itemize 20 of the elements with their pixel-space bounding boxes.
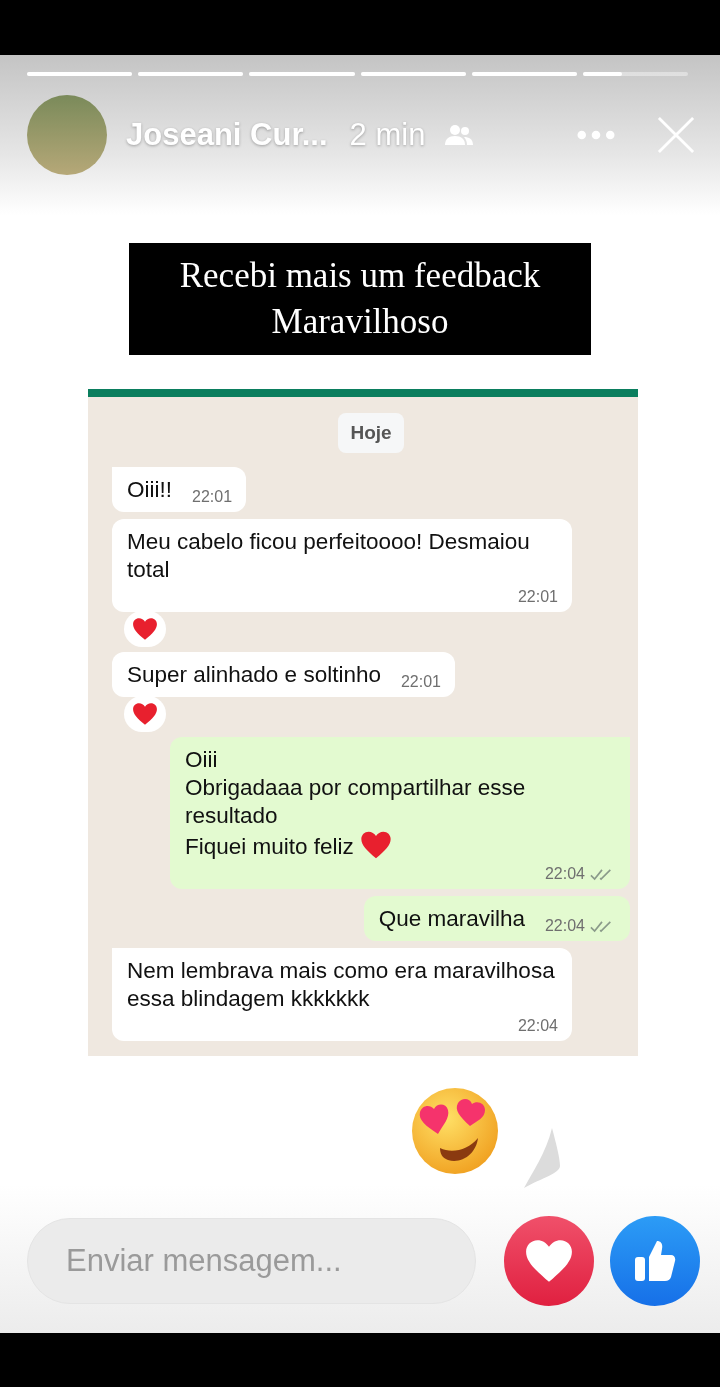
heart-eyes-emoji-icon (410, 1086, 500, 1176)
message-text: Oiii Obrigadaaa por compartilhar esse resultado Fiquei muito feliz (185, 747, 526, 859)
caption-text: Recebi mais um feedback Maravilhoso (129, 243, 591, 355)
heart-icon (524, 1238, 574, 1284)
message-text: Super alinhado e soltinho (127, 662, 381, 687)
sticker-tail-drawing (522, 1128, 562, 1188)
message-text: Nem lembrava mais como era maravilhosa essa blindagem kkkkkkk (127, 958, 555, 1011)
message-time: 22:04 (517, 1016, 558, 1036)
message-time: 22:01 (400, 672, 441, 692)
message-time: 22:04 (544, 864, 585, 884)
message-text: Meu cabelo ficou perfeitoooo! Desmaiou total (127, 529, 530, 582)
message-input[interactable]: Enviar mensagem... (27, 1218, 476, 1304)
people-icon (445, 124, 474, 146)
message-time: 22:04 (544, 916, 585, 936)
message-time: 22:01 (517, 587, 558, 607)
date-label: Hoje (338, 413, 404, 453)
message-text: Que maravilha (378, 906, 525, 931)
message-input-text[interactable]: Enviar mensagem... (64, 1242, 475, 1280)
message-text: Oiii!! (127, 477, 172, 502)
message-time: 22:01 (192, 487, 233, 507)
